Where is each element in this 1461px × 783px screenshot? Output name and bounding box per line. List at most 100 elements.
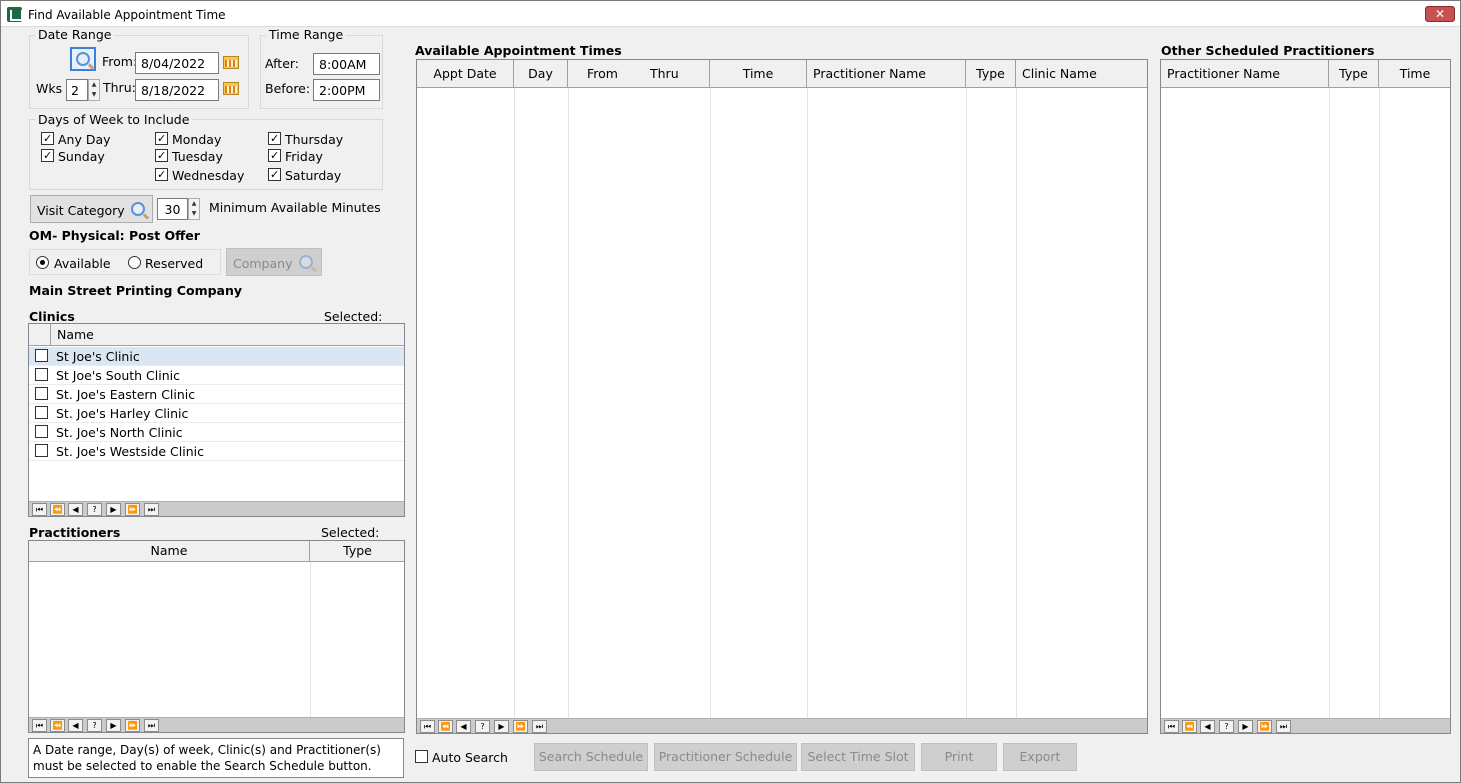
clinic-name: St. Joe's Eastern Clinic (56, 387, 196, 402)
auto-search-checkbox[interactable] (415, 750, 428, 763)
prev-page-icon[interactable]: ⏪ (1182, 720, 1197, 733)
info-message: A Date range, Day(s) of week, Clinic(s) … (28, 738, 404, 778)
others-header-type[interactable]: Type (1329, 60, 1379, 88)
thursday-checkbox[interactable] (268, 132, 281, 145)
clinics-header-name[interactable]: Name (51, 324, 404, 346)
appt-header-from-thru[interactable]: From Thru (568, 60, 710, 88)
minutes-spinner[interactable]: ▲ ▼ (188, 198, 200, 220)
clinics-grid: Name St Joe's Clinic St Joe's South Clin… (28, 323, 405, 517)
monday-checkbox[interactable] (155, 132, 168, 145)
last-record-icon[interactable]: ⏭ (144, 719, 159, 732)
practitioner-schedule-button[interactable]: Practitioner Schedule (654, 743, 797, 771)
last-record-icon[interactable]: ⏭ (532, 720, 547, 733)
tuesday-checkbox[interactable] (155, 149, 168, 162)
next-record-icon[interactable]: ▶ (106, 719, 121, 732)
app-icon (7, 7, 23, 22)
company-button[interactable]: Company (226, 248, 322, 276)
wks-label: Wks (36, 81, 63, 96)
select-time-slot-button[interactable]: Select Time Slot (801, 743, 915, 771)
clinic-row-checkbox[interactable] (35, 406, 48, 419)
others-title: Other Scheduled Practitioners (1161, 43, 1375, 58)
available-radio[interactable] (36, 256, 49, 269)
clinic-row[interactable]: St. Joe's Eastern Clinic (29, 385, 404, 404)
clinic-row[interactable]: St. Joe's Westside Clinic (29, 442, 404, 461)
clinic-row-checkbox[interactable] (35, 368, 48, 381)
help-icon[interactable]: ? (475, 720, 490, 733)
last-record-icon[interactable]: ⏭ (1276, 720, 1291, 733)
export-button[interactable]: Export (1003, 743, 1077, 771)
prev-record-icon[interactable]: ◀ (456, 720, 471, 733)
appt-header-type[interactable]: Type (966, 60, 1016, 88)
clinic-row-checkbox[interactable] (35, 425, 48, 438)
weeks-spinner[interactable]: ▲ ▼ (88, 79, 100, 101)
others-navigator: ⏮ ⏪ ◀ ? ▶ ⏩ ⏭ (1161, 718, 1450, 733)
reserved-radio[interactable] (128, 256, 141, 269)
sunday-checkbox[interactable] (41, 149, 54, 162)
clinic-row-checkbox[interactable] (35, 444, 48, 457)
after-time-input[interactable]: 8:00AM (313, 53, 380, 75)
next-record-icon[interactable]: ▶ (106, 503, 121, 516)
next-page-icon[interactable]: ⏩ (125, 503, 140, 516)
print-button[interactable]: Print (921, 743, 997, 771)
others-column-divider (1329, 88, 1330, 718)
wednesday-checkbox[interactable] (155, 168, 168, 181)
appt-header-time[interactable]: Time (710, 60, 807, 88)
next-page-icon[interactable]: ⏩ (125, 719, 140, 732)
appt-header-practitioner[interactable]: Practitioner Name (807, 60, 966, 88)
appt-column-divider (1016, 88, 1017, 718)
help-icon[interactable]: ? (1219, 720, 1234, 733)
visit-category-button[interactable]: Visit Category (30, 195, 153, 223)
practitioners-header-name[interactable]: Name (29, 541, 310, 562)
prev-record-icon[interactable]: ◀ (68, 503, 83, 516)
prev-page-icon[interactable]: ⏪ (50, 503, 65, 516)
friday-checkbox[interactable] (268, 149, 281, 162)
prev-page-icon[interactable]: ⏪ (438, 720, 453, 733)
clinic-row[interactable]: St. Joe's North Clinic (29, 423, 404, 442)
saturday-checkbox[interactable] (268, 168, 281, 181)
any-day-checkbox[interactable] (41, 132, 54, 145)
clinic-row-checkbox[interactable] (35, 349, 48, 362)
next-record-icon[interactable]: ▶ (494, 720, 509, 733)
first-record-icon[interactable]: ⏮ (32, 503, 47, 516)
appt-header-clinic[interactable]: Clinic Name (1016, 60, 1147, 88)
help-icon[interactable]: ? (87, 719, 102, 732)
from-date-input[interactable]: 8/04/2022 (135, 52, 219, 74)
others-header-practitioner[interactable]: Practitioner Name (1161, 60, 1329, 88)
clinic-row[interactable]: St. Joe's Harley Clinic (29, 404, 404, 423)
next-record-icon[interactable]: ▶ (1238, 720, 1253, 733)
search-schedule-button[interactable]: Search Schedule (534, 743, 648, 771)
from-label: From: (102, 54, 138, 69)
company-button-label: Company (233, 256, 293, 271)
reserved-label: Reserved (145, 256, 204, 271)
appt-header-from: From (587, 66, 618, 81)
next-page-icon[interactable]: ⏩ (513, 720, 528, 733)
date-range-legend: Date Range (35, 27, 115, 42)
clinic-row[interactable]: St Joe's South Clinic (29, 366, 404, 385)
date-search-button[interactable] (70, 47, 96, 71)
appt-header-date[interactable]: Appt Date (417, 60, 514, 88)
visit-category-label: Visit Category (37, 203, 125, 218)
appt-column-divider (514, 88, 515, 718)
from-calendar-icon[interactable] (223, 56, 239, 69)
clinic-row[interactable]: St Joe's Clinic (29, 347, 404, 366)
clinics-header-select (29, 324, 51, 346)
first-record-icon[interactable]: ⏮ (32, 719, 47, 732)
prev-record-icon[interactable]: ◀ (68, 719, 83, 732)
practitioners-header-type[interactable]: Type (310, 541, 404, 562)
first-record-icon[interactable]: ⏮ (1164, 720, 1179, 733)
thru-calendar-icon[interactable] (223, 82, 239, 95)
others-header-time[interactable]: Time (1379, 60, 1450, 88)
close-button[interactable]: ✕ (1425, 6, 1455, 22)
appt-header-day[interactable]: Day (514, 60, 568, 88)
prev-record-icon[interactable]: ◀ (1200, 720, 1215, 733)
minimum-minutes-input[interactable]: 30 (157, 198, 188, 220)
prev-page-icon[interactable]: ⏪ (50, 719, 65, 732)
clinic-row-checkbox[interactable] (35, 387, 48, 400)
last-record-icon[interactable]: ⏭ (144, 503, 159, 516)
help-icon[interactable]: ? (87, 503, 102, 516)
first-record-icon[interactable]: ⏮ (420, 720, 435, 733)
thru-date-input[interactable]: 8/18/2022 (135, 79, 219, 101)
before-time-input[interactable]: 2:00PM (313, 79, 380, 101)
weeks-input[interactable]: 2 (66, 79, 88, 101)
next-page-icon[interactable]: ⏩ (1257, 720, 1272, 733)
